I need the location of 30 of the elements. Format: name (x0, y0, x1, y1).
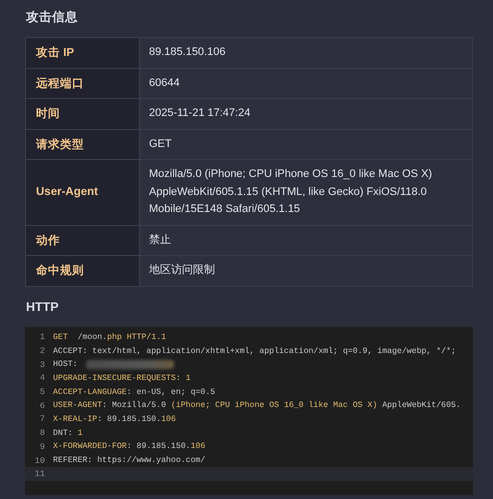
code-line: HOST: (53, 360, 78, 370)
line-number: 11 (34, 469, 45, 480)
line-number: 4 (38, 373, 45, 384)
table-label: 攻击 IP (26, 38, 140, 68)
code-line: ACCEPT-LANGUAGE: en-US, en; q=0.5 (53, 388, 216, 397)
line-number: 1 (38, 332, 45, 342)
section-title: 攻击信息 (26, 9, 79, 26)
code-line: UPGRADE-INSECURE-REQUESTS: 1 (53, 374, 191, 383)
line-number: 6 (38, 400, 45, 411)
line-number: 3 (38, 360, 45, 370)
line-number: 10 (34, 456, 45, 466)
line-number: 7 (38, 414, 45, 424)
table-label: 时间 (26, 99, 140, 128)
line-number: 5 (38, 387, 45, 398)
line-number: 9 (38, 442, 45, 452)
code-line: DNT: 1 (53, 428, 82, 438)
code-line: GET /moon.php HTTP/1.1 (53, 332, 166, 342)
code-line: ACCEPT: text/html, application/xhtml+xml, application/xml; q=0.9, image/webp, */*; (53, 346, 456, 356)
table-label: User-Agent (26, 160, 140, 224)
line-number: 2 (38, 346, 45, 356)
code-line: USER-AGENT: Mozilla/5.0 (iPhone; CPU iPhone OS 16_0 like Mac OS X) AppleWebKit/605. (53, 401, 461, 410)
line-number: 8 (38, 428, 45, 438)
table-label: 动作 (26, 226, 140, 255)
code-line: REFERER: https://www.yahoo.com/ (53, 456, 206, 466)
table-label: 请求类型 (26, 130, 140, 159)
table-label: 命中规则 (26, 256, 140, 286)
table-label: 远程端口 (26, 68, 140, 98)
code-line: X-REAL-IP: 89.185.150.106 (53, 414, 176, 424)
code-line: X-FORWARDED-FOR: 89.185.150.106 (53, 442, 206, 452)
section-title: HTTP (26, 298, 60, 316)
